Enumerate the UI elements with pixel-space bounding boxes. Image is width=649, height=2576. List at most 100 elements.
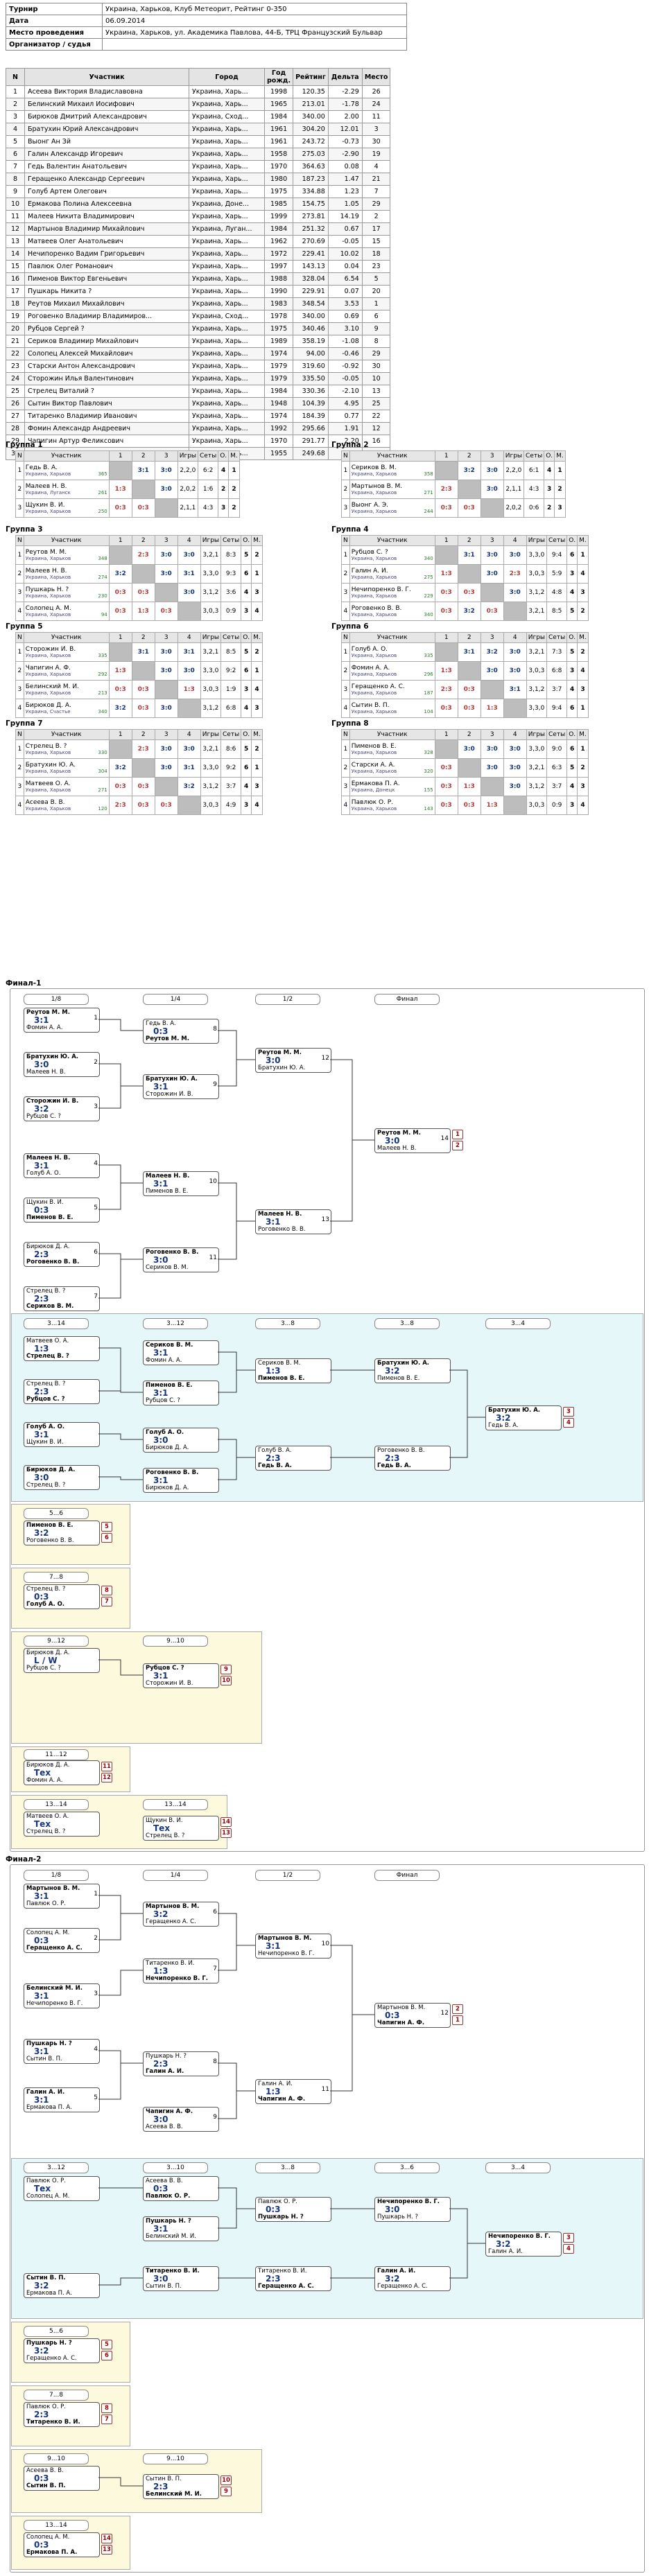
participants-table: N Участник Город Год рожд. Рейтинг Дельта Мест… <box>6 68 391 460</box>
column-header: Участник <box>24 68 189 86</box>
group-sets: 3:7 <box>546 680 568 699</box>
group-player-city: Украина, Харьков 365 <box>26 471 107 477</box>
group-player-location: Украина, Харьков <box>351 806 397 812</box>
table-cell: 1984 <box>263 222 294 236</box>
table-cell: 340.46 <box>293 322 329 335</box>
group-score: 3:0 <box>154 480 178 499</box>
group-score: 3:0 <box>154 739 178 759</box>
group-player-rating: 340 <box>424 612 433 617</box>
group-column-header: М. <box>577 632 589 643</box>
group-points: 2 <box>218 480 230 499</box>
info-value: 06.09.2014 <box>102 15 407 27</box>
table-cell: 11 <box>6 210 25 223</box>
group-sets: 8:3 <box>220 545 242 565</box>
match-score: 3:1 <box>153 1388 168 1398</box>
table-cell: 1989 <box>263 335 294 348</box>
table-cell: 213.01 <box>293 98 329 111</box>
group-player-city: Украина, Харьков 340 <box>352 556 433 561</box>
table-cell: Украина, Харь... <box>189 148 265 161</box>
match-number: 5 <box>94 2094 98 2101</box>
table-cell: Украина, Харь... <box>189 98 265 111</box>
table-cell: 1.05 <box>327 198 363 211</box>
group-points: 6 <box>566 699 578 718</box>
match-box: Мартынов В. М. 3:1 Нечипоренко В. Г. 10 <box>255 1934 331 1959</box>
group-player: Реутов М. М. Украина, Харьков 348 <box>23 545 110 565</box>
table-cell: Гедь Валентин Анатольевич <box>24 160 189 173</box>
group-cell-self <box>457 758 481 778</box>
group-player: Голуб А. О. Украина, Харьков 335 <box>349 642 435 662</box>
group-player-rating: 271 <box>424 490 433 496</box>
table-row: 7 Гедь Валентин Анатольевич Украина, Харь.… <box>6 160 391 173</box>
group-player-rating: 104 <box>424 709 433 715</box>
group-player-location: Украина, Харьков <box>351 690 397 696</box>
table-cell: 23 <box>6 360 25 373</box>
place-badge: 7 <box>101 1597 112 1606</box>
table-row: 24 Сторожин Илья Валентинович Украина, Хар… <box>6 372 391 385</box>
group-games: 3,2,1 <box>200 545 222 565</box>
place-badge: 10 <box>220 1676 232 1685</box>
group-cell-self <box>154 777 178 796</box>
group-score: 3:0 <box>177 583 201 602</box>
group-score: 0:3 <box>434 602 458 621</box>
table-cell: Украина, Харь... <box>189 385 265 398</box>
group-player: Малеев Н. В. Украина, Луганск 261 <box>23 480 110 499</box>
table-cell: 1970 <box>263 160 294 173</box>
group-score: 0:3 <box>434 498 458 518</box>
match-number: 13 <box>321 1216 329 1223</box>
table-cell: 104.39 <box>293 397 329 410</box>
table-cell: 8 <box>6 173 25 186</box>
group-row: 2 Малеев Н. В. Украина, Луганск 261 1:3 3:0 2,… <box>15 480 240 499</box>
match-box: Нечипоренко В. Г. 3:0 Пушкарь Н. ? <box>374 2197 451 2222</box>
place-badge: 14 <box>220 1817 232 1827</box>
group-column-header: 1 <box>108 535 132 546</box>
match-score: 3:1 <box>266 1217 281 1227</box>
table-cell: -0.92 <box>327 360 363 373</box>
match-box: Чапигин А. Ф. 3:0 Асеева В. В. 9 <box>143 2107 219 2132</box>
group-player-city: Украина, Харьков 213 <box>26 690 107 696</box>
round-header: 1/2 <box>255 1870 320 1881</box>
group-player-name: Нечипоренко В. Г. <box>351 586 411 593</box>
info-key: Дата <box>6 15 103 27</box>
group-player: Геращенко А. С. Украина, Харьков 187 <box>349 680 435 699</box>
group-column-header: 3 <box>480 632 504 643</box>
table-cell: 7 <box>6 160 25 173</box>
match-player-b: Стрелец В. ? <box>26 1353 69 1360</box>
table-cell: Украина, Харь... <box>189 410 265 423</box>
group-player-city: Украина, Харьков 340 <box>352 612 433 617</box>
group-points: 3 <box>218 498 230 518</box>
group-column-header: О. <box>218 450 230 462</box>
group-column-header: Участник <box>23 632 110 643</box>
table-row: 26 Сытин Виктор Павлович Украина, Харь... 1… <box>6 397 391 410</box>
group-points: 6 <box>566 545 578 565</box>
group-place: 3 <box>577 777 589 796</box>
match-box: Пименов В. Е. 3:1 Рубцов С. ? <box>143 1381 219 1405</box>
group-player-name: Мартынов В. М. <box>351 483 403 490</box>
group-row: 2 Чапигин А. Ф. Украина, Харьков 292 1:3 3:0 3… <box>15 661 263 681</box>
group-score: 0:3 <box>131 498 155 518</box>
table-cell: 9 <box>6 185 25 198</box>
table-cell: 12.01 <box>327 123 363 136</box>
round-header: 1/8 <box>24 994 89 1005</box>
table-cell: Сытин Виктор Павлович <box>24 397 189 410</box>
info-value: Украина, Харьков, Клуб Метеорит, Рейтинг… <box>102 3 407 15</box>
group-column-header: Игры <box>526 535 548 546</box>
group-row: 3 Ермакова П. А. Украина, Донецк 155 0:3 1:3 3… <box>341 777 589 796</box>
match-score: 3:1 <box>153 1671 168 1681</box>
match-number: 10 <box>321 1940 329 1947</box>
match-score: 2:3 <box>34 1250 49 1259</box>
place-badge: 2 <box>452 2004 463 2014</box>
table-row: 6 Галин Александр Игоревич Украина, Харь..… <box>6 148 391 161</box>
match-box: Гедь В. А. 0:3 Реутов М. М. 8 <box>143 1019 219 1044</box>
table-cell: 30 <box>361 360 391 373</box>
group-player: Павлюк О. Р. Украина, Харьков 143 <box>349 796 435 815</box>
table-cell: Галин Александр Игоревич <box>24 148 189 161</box>
group-sets: 6:8 <box>220 699 242 718</box>
table-cell: 12 <box>361 422 391 435</box>
place-badge: 13 <box>101 2545 112 2555</box>
match-player-a: Пушкарь Н. ? <box>26 2340 72 2347</box>
info-row: Организатор / судья <box>6 38 407 51</box>
table-cell: 1980 <box>263 173 294 186</box>
group-column-header: N <box>341 729 350 740</box>
group-player-city: Украина, Харьков 187 <box>352 690 433 696</box>
group-sets: 6:2 <box>198 461 219 480</box>
